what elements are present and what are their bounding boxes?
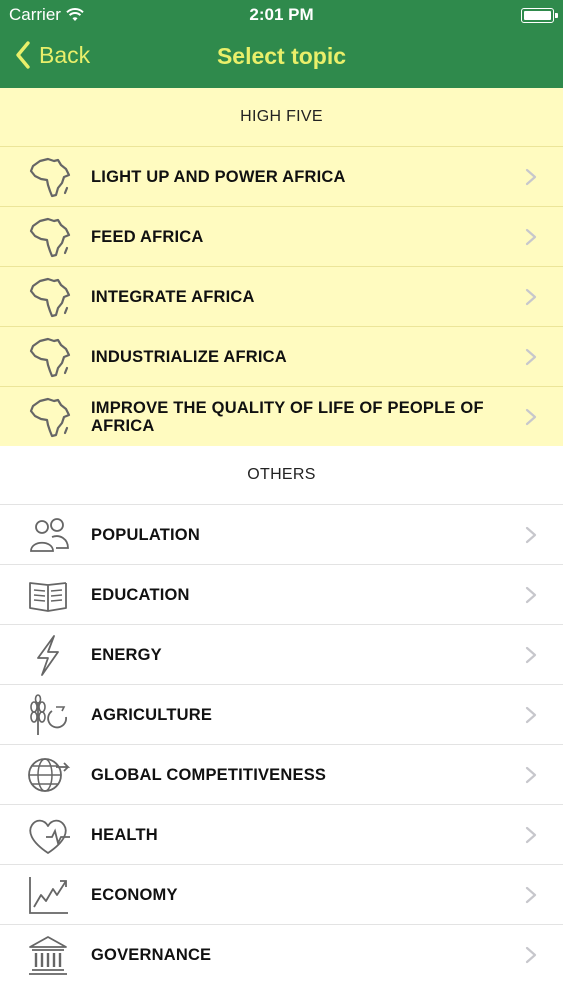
high-five-item-label: INTEGRATE AFRICA [91, 287, 255, 306]
africa-map-icon [29, 337, 71, 378]
others-item-label: POPULATION [91, 525, 200, 544]
others-item-label: AGRICULTURE [91, 705, 213, 724]
others-item-label: HEALTH [91, 825, 158, 844]
chevron-right-icon [525, 826, 537, 844]
chevron-right-icon [525, 348, 537, 366]
high-five-section: HIGH FIVE LIGHT UP AND POWER AFRICA FEED … [0, 88, 563, 446]
others-item-row[interactable]: GOVERNANCE [0, 924, 563, 984]
chevron-right-icon [525, 586, 537, 604]
high-five-item-row[interactable]: INDUSTRIALIZE AFRICA [0, 326, 563, 386]
others-item-row[interactable]: POPULATION [0, 504, 563, 564]
others-item-label: ECONOMY [91, 885, 178, 904]
chevron-right-icon [525, 646, 537, 664]
nav-bar: Back Select topic [0, 30, 563, 88]
line-chart-icon [29, 877, 68, 914]
status-bar: Carrier 2:01 PM [0, 0, 563, 30]
status-time: 2:01 PM [249, 5, 314, 24]
high-five-item-row[interactable]: IMPROVE THE QUALITY OF LIFE OF PEOPLE OF… [0, 386, 563, 446]
battery-fill [524, 11, 551, 20]
chevron-right-icon [525, 946, 537, 964]
section-header-high-five: HIGH FIVE [240, 108, 323, 125]
others-item-label: GOVERNANCE [91, 945, 212, 964]
others-item-row[interactable]: EDUCATION [0, 564, 563, 624]
wheat-icon [30, 694, 67, 735]
others-item-row[interactable]: GLOBAL COMPETITIVENESS [0, 744, 563, 804]
others-item-label: ENERGY [91, 645, 162, 664]
globe-arrow-icon [28, 758, 71, 792]
others-section: OTHERS POPULATION EDUCATION ENERGY AGRICULT… [0, 446, 563, 984]
others-item-label: EDUCATION [91, 585, 190, 604]
page-title: Select topic [216, 43, 347, 69]
high-five-list: LIGHT UP AND POWER AFRICA FEED AFRICA INTE… [0, 146, 563, 446]
chevron-right-icon [525, 168, 537, 186]
open-book-icon [29, 582, 67, 612]
africa-map-icon [29, 217, 71, 258]
government-building-icon [29, 936, 67, 975]
chevron-right-icon [525, 766, 537, 784]
high-five-item-row[interactable]: FEED AFRICA [0, 206, 563, 266]
high-five-item-row[interactable]: INTEGRATE AFRICA [0, 266, 563, 326]
africa-map-icon [29, 397, 71, 438]
others-item-row[interactable]: AGRICULTURE [0, 684, 563, 744]
section-header-others: OTHERS [247, 466, 316, 483]
high-five-item-label: FEED AFRICA [91, 227, 204, 246]
people-icon [30, 518, 69, 552]
chevron-right-icon [525, 288, 537, 306]
chevron-right-icon [525, 526, 537, 544]
others-item-row[interactable]: ECONOMY [0, 864, 563, 924]
high-five-item-label: INDUSTRIALIZE AFRICA [91, 347, 287, 366]
lightning-icon [37, 635, 59, 676]
africa-map-icon [29, 277, 71, 318]
others-list: POPULATION EDUCATION ENERGY AGRICULTURE GLOB… [0, 504, 563, 984]
chevron-right-icon [525, 408, 537, 426]
chevron-right-icon [525, 228, 537, 246]
chevron-right-icon [525, 706, 537, 724]
high-five-item-label: IMPROVE THE QUALITY OF LIFE OF PEOPLE OF… [91, 398, 484, 435]
others-item-row[interactable]: HEALTH [0, 804, 563, 864]
high-five-item-label: LIGHT UP AND POWER AFRICA [91, 167, 346, 186]
africa-map-icon [29, 157, 71, 198]
others-item-label: GLOBAL COMPETITIVENESS [91, 765, 327, 784]
high-five-item-row[interactable]: LIGHT UP AND POWER AFRICA [0, 146, 563, 206]
chevron-right-icon [525, 886, 537, 904]
battery-icon [521, 8, 558, 23]
others-item-row[interactable]: ENERGY [0, 624, 563, 684]
top-bar: Carrier 2:01 PM Back Select topic [0, 0, 563, 88]
heart-pulse-icon [29, 819, 70, 854]
